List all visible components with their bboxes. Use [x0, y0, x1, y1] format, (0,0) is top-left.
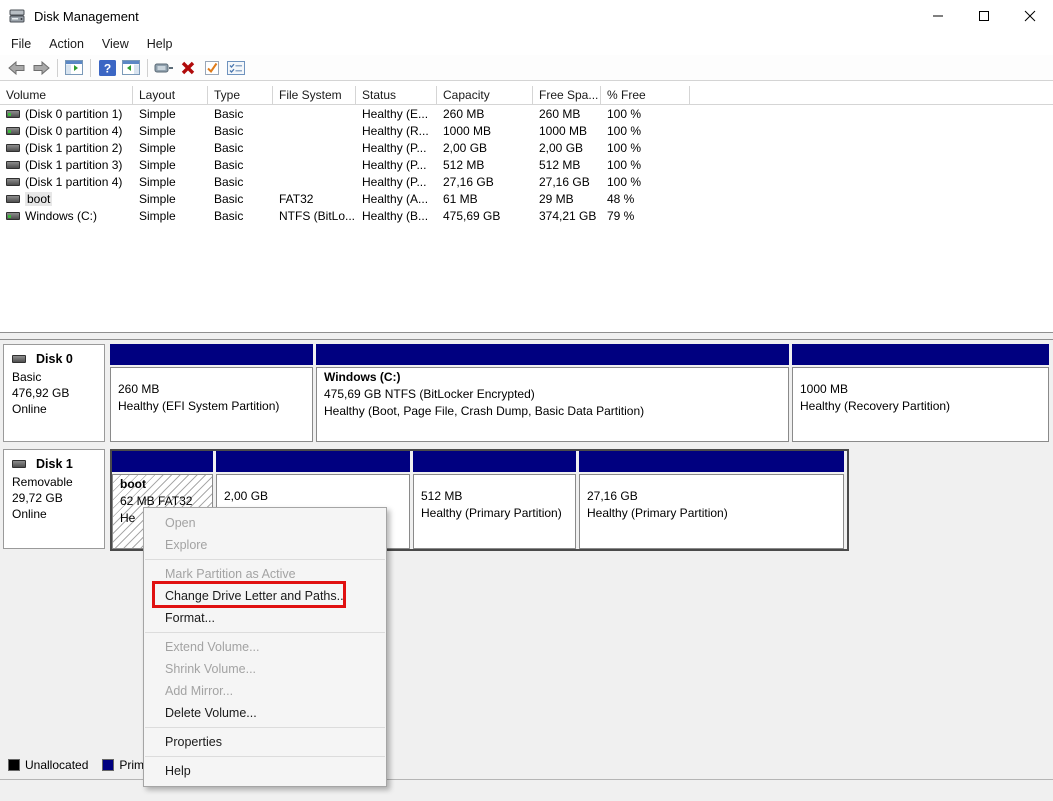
- toolbar-separator: [90, 59, 91, 77]
- menu-bar: File Action View Help: [0, 32, 1053, 55]
- disk0-kind: Basic: [12, 369, 98, 385]
- title-bar: Disk Management: [0, 0, 1053, 32]
- legend-unallocated: Unallocated: [8, 758, 88, 772]
- disk-management-app-icon: [9, 9, 25, 23]
- column-header-free-space[interactable]: Free Spa...: [533, 86, 601, 104]
- volume-icon: [6, 178, 20, 186]
- partition-windows-c[interactable]: Windows (C:) 475,69 GB NTFS (BitLocker E…: [316, 344, 789, 442]
- context-menu-item-mark-partition-active[interactable]: Mark Partition as Active: [144, 563, 386, 585]
- disk1-kind: Removable: [12, 474, 98, 490]
- maximize-button[interactable]: [961, 0, 1007, 32]
- toolbar-separator: [147, 59, 148, 77]
- properties-list-icon[interactable]: [224, 57, 248, 79]
- check-document-icon[interactable]: [200, 57, 224, 79]
- unallocated-swatch: [8, 759, 20, 771]
- window-title: Disk Management: [34, 9, 139, 24]
- legend-primary-partition: Prim: [102, 758, 144, 772]
- volume-icon: [6, 161, 20, 169]
- column-header-file-system[interactable]: File System: [273, 86, 356, 104]
- disk0-partition-band: 260 MB Healthy (EFI System Partition) Wi…: [110, 344, 1049, 442]
- column-header-capacity[interactable]: Capacity: [437, 86, 533, 104]
- partition-color-bar: [112, 451, 213, 472]
- disk0-size: 476,92 GB: [12, 385, 98, 401]
- disk-icon: [12, 460, 26, 468]
- disk1-size: 29,72 GB: [12, 490, 98, 506]
- context-menu-item-properties[interactable]: Properties: [144, 731, 386, 753]
- context-menu-item-format[interactable]: Format...: [144, 607, 386, 629]
- disk-icon: [12, 355, 26, 363]
- context-menu-item-explore[interactable]: Explore: [144, 534, 386, 556]
- toolbar: ?: [0, 55, 1053, 81]
- primary-partition-swatch: [102, 759, 114, 771]
- column-header-layout[interactable]: Layout: [133, 86, 208, 104]
- partition-recovery[interactable]: 1000 MB Healthy (Recovery Partition): [792, 344, 1049, 442]
- disk1-info-panel[interactable]: Disk 1 Removable 29,72 GB Online: [3, 449, 105, 549]
- toolbar-separator: [57, 59, 58, 77]
- menu-view[interactable]: View: [93, 34, 138, 54]
- partition-color-bar: [792, 344, 1049, 365]
- disk1-status: Online: [12, 506, 98, 522]
- context-menu-item-delete-volume[interactable]: Delete Volume...: [144, 702, 386, 724]
- volume-table-header: Volume Layout Type File System Status Ca…: [0, 86, 1053, 105]
- menu-separator: [145, 756, 385, 757]
- context-menu-item-change-drive-letter[interactable]: Change Drive Letter and Paths...: [144, 585, 386, 607]
- back-icon[interactable]: [5, 57, 29, 79]
- show-action-pane-icon[interactable]: [119, 57, 143, 79]
- menu-separator: [145, 632, 385, 633]
- table-row[interactable]: Windows (C:) Simple Basic NTFS (BitLo...…: [0, 207, 1053, 224]
- disk0-status: Online: [12, 401, 98, 417]
- volume-icon: [6, 110, 20, 118]
- partition-color-bar: [579, 451, 844, 472]
- column-header-type[interactable]: Type: [208, 86, 273, 104]
- disk0-info-panel[interactable]: Disk 0 Basic 476,92 GB Online: [3, 344, 105, 442]
- context-menu-item-open[interactable]: Open: [144, 512, 386, 534]
- table-row[interactable]: (Disk 1 partition 2) Simple Basic Health…: [0, 139, 1053, 156]
- partition-color-bar: [216, 451, 410, 472]
- partition-27gb[interactable]: 27,16 GB Healthy (Primary Partition): [579, 451, 844, 549]
- volume-icon: [6, 195, 20, 203]
- help-icon[interactable]: ?: [95, 57, 119, 79]
- context-menu-item-extend-volume[interactable]: Extend Volume...: [144, 636, 386, 658]
- volume-list-pane: Volume Layout Type File System Status Ca…: [0, 81, 1053, 332]
- menu-help[interactable]: Help: [138, 34, 182, 54]
- partition-color-bar: [413, 451, 576, 472]
- volume-icon: [6, 144, 20, 152]
- context-menu-item-add-mirror[interactable]: Add Mirror...: [144, 680, 386, 702]
- context-menu-item-help[interactable]: Help: [144, 760, 386, 782]
- menu-file[interactable]: File: [2, 34, 40, 54]
- partition-512mb[interactable]: 512 MB Healthy (Primary Partition): [413, 451, 576, 549]
- menu-action[interactable]: Action: [40, 34, 93, 54]
- table-row[interactable]: (Disk 0 partition 1) Simple Basic Health…: [0, 105, 1053, 122]
- svg-text:?: ?: [103, 61, 110, 75]
- column-header-filler: [690, 86, 1053, 104]
- delete-icon[interactable]: [176, 57, 200, 79]
- table-row[interactable]: (Disk 1 partition 3) Simple Basic Health…: [0, 156, 1053, 173]
- volume-icon: [6, 212, 20, 220]
- menu-separator: [145, 559, 385, 560]
- partition-color-bar: [110, 344, 313, 365]
- table-row[interactable]: (Disk 0 partition 4) Simple Basic Health…: [0, 122, 1053, 139]
- pane-splitter[interactable]: [0, 332, 1053, 340]
- volume-icon: [6, 127, 20, 135]
- partition-color-bar: [316, 344, 789, 365]
- legend: Unallocated Prim: [8, 758, 144, 772]
- column-header-volume[interactable]: Volume: [0, 86, 133, 104]
- table-row[interactable]: (Disk 1 partition 4) Simple Basic Health…: [0, 173, 1053, 190]
- minimize-button[interactable]: [915, 0, 961, 32]
- disk-management-window: Disk Management File Action View Help ? …: [0, 0, 1053, 801]
- close-button[interactable]: [1007, 0, 1053, 32]
- forward-icon[interactable]: [29, 57, 53, 79]
- partition-context-menu: Open Explore Mark Partition as Active Ch…: [143, 507, 387, 787]
- menu-separator: [145, 727, 385, 728]
- partition-efi[interactable]: 260 MB Healthy (EFI System Partition): [110, 344, 313, 442]
- console-window-icon[interactable]: [152, 57, 176, 79]
- table-row-boot-selected[interactable]: boot Simple Basic FAT32 Healthy (A... 61…: [0, 190, 1053, 207]
- column-header-status[interactable]: Status: [356, 86, 437, 104]
- context-menu-item-shrink-volume[interactable]: Shrink Volume...: [144, 658, 386, 680]
- show-console-tree-icon[interactable]: [62, 57, 86, 79]
- column-header-pct-free[interactable]: % Free: [601, 86, 690, 104]
